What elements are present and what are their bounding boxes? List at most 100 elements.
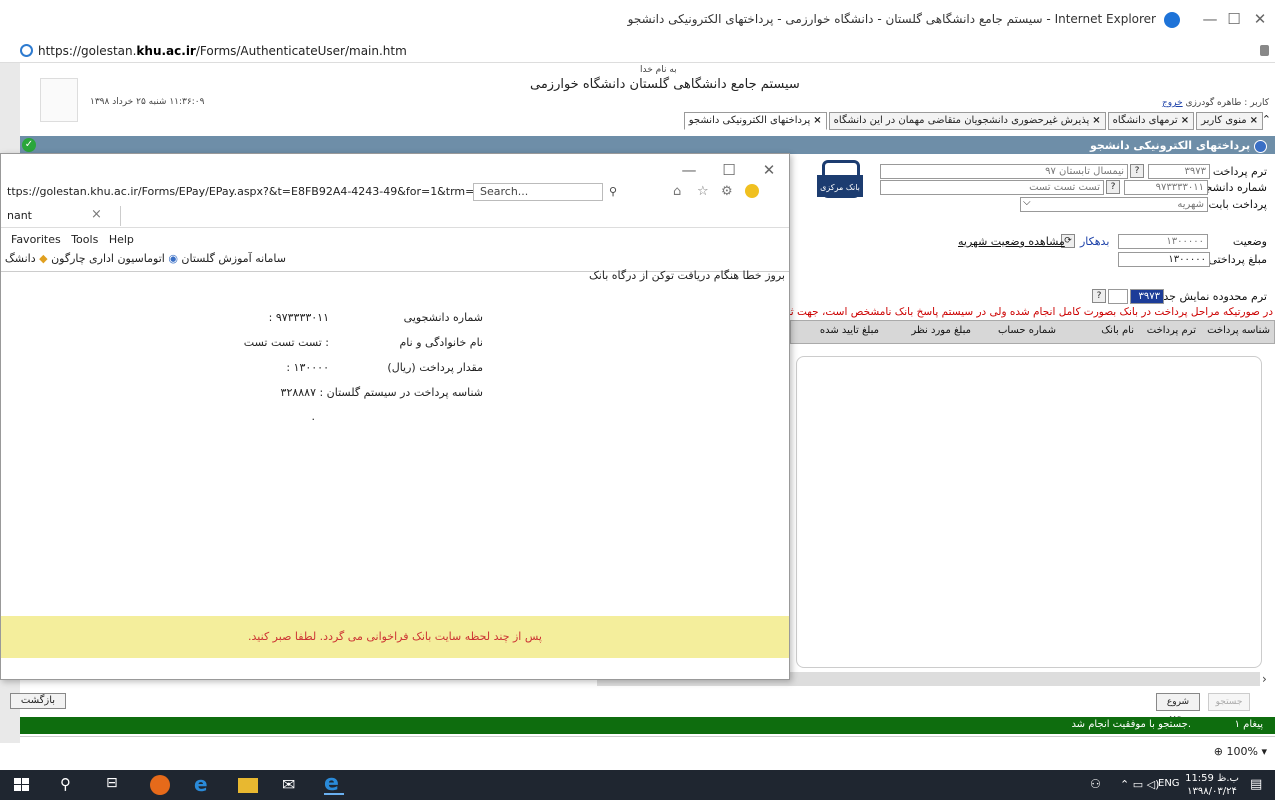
maximize-button[interactable]: ☐ xyxy=(1222,7,1246,31)
range-label: ترم محدوده نمایش جدول xyxy=(1150,290,1267,303)
search-icon[interactable]: ⚲ xyxy=(609,185,617,198)
chevron-up-icon[interactable]: ⌃ xyxy=(1262,113,1271,126)
fav-golestan[interactable]: سامانه آموزش گلستان xyxy=(181,252,286,265)
people-icon[interactable]: ⚇ xyxy=(1090,777,1101,791)
address-bar[interactable]: https://golestan.khu.ac.ir/Forms/Authent… xyxy=(0,39,1275,63)
back-button[interactable]: بازگشت xyxy=(10,693,66,709)
grid-col-account[interactable]: شماره حساب xyxy=(998,325,1056,336)
golestan-payment-id: شناسه پرداخت در سیستم گلستان : ۳۲۸۸۸۷ xyxy=(280,386,483,399)
clock[interactable]: 11:59 ب.ظ ۱۳۹۸/۰۳/۲۴ xyxy=(1182,772,1242,798)
view-status-link[interactable]: مشاهده وضعیت شهریه xyxy=(958,235,1065,248)
datetime: ۱۱:۳۶:۰۹ شنبه ۲۵ خرداد ۱۳۹۸ xyxy=(90,97,205,107)
student-number-value: ۹۷۳۳۳۳۰۱۱ : xyxy=(268,311,329,324)
lock-icon xyxy=(1260,45,1269,56)
grid-col-requested-amount[interactable]: مبلغ مورد نظر xyxy=(911,325,971,336)
fav-university[interactable]: دانشگ xyxy=(5,252,36,265)
user-info: کاربر : طاهره گودرزی خروج xyxy=(1162,98,1269,108)
restart-button[interactable]: شروع مجدد xyxy=(1156,693,1200,723)
bank-label: بانک مرکزی xyxy=(820,183,860,192)
term-label: ترم پرداخت xyxy=(1212,165,1267,178)
search-icon[interactable]: ⚲ xyxy=(60,775,80,795)
message-count[interactable]: ۱ پیغام xyxy=(1235,719,1263,730)
grid-header: شناسه پرداخت ترم پرداخت نام بانک شماره ح… xyxy=(790,320,1275,344)
fav-icon: ◉ xyxy=(168,252,178,265)
popup-address-url[interactable]: ttps://golestan.khu.ac.ir/Forms/EPay/EPa… xyxy=(7,182,473,202)
tab-guest-admission[interactable]: ×پذیرش غیرحضوری دانشجویان متقاضی مهمان د… xyxy=(828,112,1106,130)
search-button[interactable]: جستجو xyxy=(1208,693,1250,711)
tabstrip: ×پرداختهای الکترونیکی دانشجو ×پذیرش غیرحض… xyxy=(682,112,1263,130)
close-tab-icon[interactable]: × xyxy=(91,207,102,222)
system-title: سیستم جامع دانشگاهی گلستان دانشگاه خوارز… xyxy=(530,77,800,92)
wait-message: پس از چند لحظه سایت بانک فراخوانی می گرد… xyxy=(1,616,789,658)
term-desc: نیمسال تابستان ۹۷ xyxy=(880,164,1128,179)
payment-amount-value: ۱۳۰۰۰۰ : xyxy=(286,361,329,374)
close-tab-icon[interactable]: × xyxy=(1250,115,1258,126)
fav-automation[interactable]: اتوماسیون اداری چارگون xyxy=(51,252,165,265)
popup-tab[interactable]: nant × xyxy=(1,206,121,226)
close-button[interactable]: ✕ xyxy=(1248,7,1272,31)
grid-col-payment-id[interactable]: شناسه پرداخت xyxy=(1207,325,1270,336)
notifications-icon[interactable]: ▤ xyxy=(1250,777,1262,792)
student-number-label: شماره دانشجویی xyxy=(403,311,483,324)
close-tab-icon[interactable]: × xyxy=(1181,115,1189,126)
gear-icon[interactable]: ⚙ xyxy=(721,184,733,199)
student-lookup-button[interactable]: ? xyxy=(1106,180,1120,194)
range-lookup-button[interactable]: ? xyxy=(1092,289,1106,303)
pay-for-label: پرداخت بابت xyxy=(1208,198,1267,211)
status-label: وضعیت xyxy=(1232,235,1267,248)
amount-input[interactable]: ۱۳۰۰۰۰۰ xyxy=(1118,252,1210,267)
popup-minimize-button[interactable]: — xyxy=(677,158,701,182)
full-name-label: نام خانوادگی و نام xyxy=(399,336,483,349)
logout-link[interactable]: خروج xyxy=(1162,98,1183,108)
pay-for-select[interactable]: شهریه xyxy=(1020,197,1208,212)
user-label: کاربر : طاهره گودرزی xyxy=(1185,98,1269,108)
tray-icons[interactable]: ⌃ ▭ ◁) xyxy=(1120,778,1159,791)
popup-maximize-button[interactable]: ☐ xyxy=(717,158,741,182)
chevron-down-icon: ⌵ xyxy=(1023,197,1031,208)
windows-start-icon[interactable] xyxy=(12,775,32,795)
star-icon[interactable]: ☆ xyxy=(697,184,709,199)
tab-terms[interactable]: ×ترمهای دانشگاه xyxy=(1107,112,1195,130)
address-url[interactable]: https://golestan.khu.ac.ir/Forms/Authent… xyxy=(38,39,407,63)
close-tab-icon[interactable]: × xyxy=(1092,115,1100,126)
range-extra-input[interactable] xyxy=(1108,289,1128,304)
popup-search-input[interactable]: Search... xyxy=(473,183,603,201)
popup-error-message: بروز خطا هنگام دریافت توکن از درگاه بانک xyxy=(588,269,785,282)
close-tab-icon[interactable]: × xyxy=(813,115,821,126)
payment-amount-label: مقدار پرداخت (ریال) xyxy=(387,361,483,374)
help-icon[interactable] xyxy=(1254,139,1267,153)
menu-help[interactable]: Help xyxy=(109,233,134,246)
term-lookup-button[interactable]: ? xyxy=(1130,164,1144,178)
file-explorer-icon[interactable] xyxy=(238,778,258,793)
popup-close-button[interactable]: ✕ xyxy=(757,158,781,182)
window-title: سیستم جامع دانشگاهی گلستان - دانشگاه خوا… xyxy=(627,12,1156,26)
input-language[interactable]: ENG xyxy=(1158,778,1180,789)
task-view-icon[interactable]: ⊟ xyxy=(106,775,126,795)
form-title: پرداختهای الکترونیکی دانشجو xyxy=(1090,139,1267,153)
home-icon[interactable]: ⌂ xyxy=(673,184,681,199)
ie-icon[interactable]: e xyxy=(194,774,214,795)
grid-col-term[interactable]: ترم پرداخت xyxy=(1147,325,1196,336)
university-logo xyxy=(40,78,78,122)
tab-epayment[interactable]: ×پرداختهای الکترونیکی دانشجو xyxy=(683,112,827,130)
grid-body xyxy=(796,356,1262,668)
ie-active-icon[interactable]: e xyxy=(324,773,344,795)
minimize-button[interactable]: — xyxy=(1198,7,1222,31)
student-input[interactable]: ۹۷۳۳۳۳۰۱۱ xyxy=(1124,180,1208,195)
menu-tools[interactable]: Tools xyxy=(71,233,98,246)
bismillah: به نام خدا xyxy=(640,65,677,75)
mail-icon[interactable]: ✉ xyxy=(282,775,302,795)
smiley-icon[interactable] xyxy=(745,184,759,198)
status-value: ۱۳۰۰۰۰۰ xyxy=(1118,234,1208,249)
grid-col-bank-name[interactable]: نام بانک xyxy=(1101,325,1134,336)
range-input[interactable]: ۳۹۷۳ xyxy=(1130,289,1164,304)
zoom-level[interactable]: ⊕ 100% ▾ xyxy=(1214,745,1267,758)
chevron-right-icon[interactable]: › xyxy=(1262,672,1267,686)
status-suffix: بدهکار xyxy=(1080,235,1110,248)
message-bar: ۱ پیغام جستجو با موفقیت انجام شد. xyxy=(20,717,1275,734)
menu-favorites[interactable]: Favorites xyxy=(11,233,61,246)
term-input[interactable]: ۳۹۷۳ xyxy=(1148,164,1210,179)
tab-user-menu[interactable]: ×منوی کاربر xyxy=(1196,112,1263,130)
firefox-icon[interactable] xyxy=(150,775,170,795)
grid-col-confirmed-amount[interactable]: مبلغ تایید شده xyxy=(820,325,879,336)
